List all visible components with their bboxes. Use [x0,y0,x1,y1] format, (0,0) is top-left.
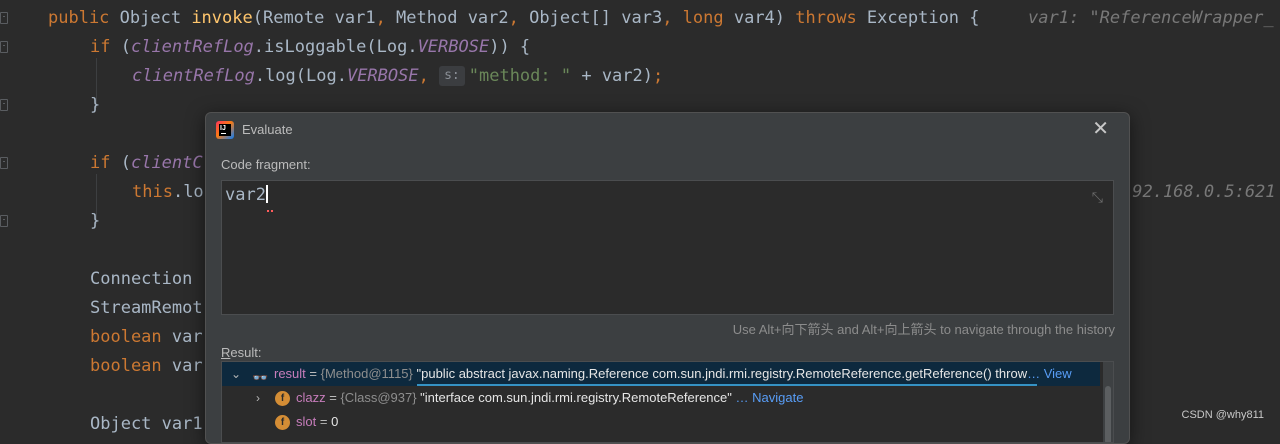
variable-value: "public abstract javax.naming.Reference … [416,366,1028,381]
variable-type-id: {Class@937} [340,390,417,405]
dialog-title: Evaluate [242,122,293,137]
code-fragment-label: Code fragment: [221,157,311,172]
variable-value: "interface com.sun.jndi.rmi.registry.Rem… [420,390,732,405]
fold-marker-icon[interactable] [0,215,8,227]
view-link[interactable]: View [1044,366,1072,381]
intellij-logo-icon: IJ [216,121,234,139]
fold-marker-icon[interactable] [0,99,8,111]
code-token: , [508,8,530,28]
code-token: throws [795,8,867,28]
code-line[interactable]: } [90,207,100,236]
code-token: var4) [733,8,796,28]
fold-marker-icon[interactable] [0,12,8,24]
inline-debug-value: var1: "ReferenceWrapper_ [1028,8,1274,28]
code-line[interactable]: boolean var [90,323,203,352]
editor-gutter [0,0,18,431]
code-fragment-text[interactable]: var2 [225,185,268,205]
csdn-watermark: CSDN @why811 [1181,409,1265,421]
code-token: boolean [90,356,172,376]
variable-type-id: {Method@1115} [320,366,413,381]
result-label: Result: [221,345,262,360]
code-line[interactable]: Connection [90,265,203,294]
code-token: Object var1 [90,414,203,434]
code-token: Method var2 [396,8,509,28]
field-icon: f [275,391,290,406]
watch-glasses-icon: 👓 [252,370,269,385]
code-token: public [48,8,120,28]
code-token: } [90,211,101,231]
code-token: .isLoggable(Log. [253,37,418,57]
code-token: + var2) [571,66,653,86]
expand-chevron-icon[interactable]: ⌄ [230,362,242,386]
code-token: (Remote var1 [252,8,376,28]
field-icon: f [275,415,290,430]
result-tree-row[interactable]: f slot = 0 [222,410,1100,434]
code-token: clientRefLog [132,66,255,86]
code-token: if [90,37,121,57]
code-token: , [418,66,440,86]
code-token: .log(Log. [254,66,347,86]
text-caret [265,185,268,203]
code-token: ( [120,153,131,173]
code-token: )) { [489,37,531,57]
code-token: Object [119,8,192,28]
code-token: Exception { [866,8,980,28]
inline-debug-value: 192.168.0.5:621 [1122,182,1276,202]
code-token: var [171,356,203,376]
result-tree-row[interactable]: › f clazz = {Class@937} "interface com.s… [222,386,1100,410]
code-token: ; [653,66,664,86]
code-line[interactable]: clientRefLog.log(Log.VERBOSE, s: "method:… [132,62,663,91]
parameter-hint: s: [439,66,465,86]
code-token: invoke [191,8,253,28]
variable-name: result [274,366,306,381]
code-line[interactable]: boolean var [90,352,203,381]
code-token: , long [662,8,734,28]
code-token: Connection [90,269,203,289]
code-token: clientC [130,153,203,173]
evaluate-dialog: IJ Evaluate ✕ Code fragment: var2 ⤡ Use … [205,112,1130,444]
fold-marker-icon[interactable] [0,41,8,53]
code-fragment-input[interactable]: var2 ⤡ [221,180,1114,315]
code-line[interactable]: StreamRemot [90,294,203,323]
close-icon[interactable]: ✕ [1092,118,1109,140]
variable-value: 0 [331,414,339,429]
code-token: , [375,8,397,28]
variable-name: clazz [296,390,326,405]
result-tree-row[interactable]: ⌄ 👓 result = {Method@1115} "public abstr… [222,362,1100,386]
code-token: } [90,95,101,115]
fold-marker-icon[interactable] [0,157,8,169]
variable-name: slot [296,414,317,429]
code-line[interactable]: if (clientRefLog.isLoggable(Log.VERBOSE)… [90,33,530,62]
code-line[interactable]: public Object invoke(Remote var1, Method… [48,4,980,33]
code-line[interactable]: this.lo [132,178,204,207]
collapse-editor-icon[interactable]: ⤡ [1092,189,1103,206]
code-token: StreamRemot [90,298,203,318]
code-token: VERBOSE [417,37,490,57]
code-token: "method: " [468,66,572,86]
code-token: boolean [90,327,172,347]
code-token: .lo [172,182,204,202]
history-hint: Use Alt+向下箭头 and Alt+向上箭头 to navigate th… [732,322,1115,337]
navigate-link[interactable]: Navigate [752,390,803,405]
code-token: var [171,327,203,347]
code-line[interactable]: Object var1 [90,410,203,439]
code-token: this [132,182,173,202]
code-token: ( [120,37,131,57]
code-token: Object[] var3 [529,8,663,28]
code-token: if [90,153,121,173]
expand-chevron-icon[interactable]: › [252,386,264,410]
error-squiggle [267,207,273,212]
code-line[interactable]: } [90,91,100,120]
code-token: clientRefLog [130,37,254,57]
code-line[interactable]: if (clientC [90,149,203,178]
code-token: VERBOSE [346,66,419,86]
